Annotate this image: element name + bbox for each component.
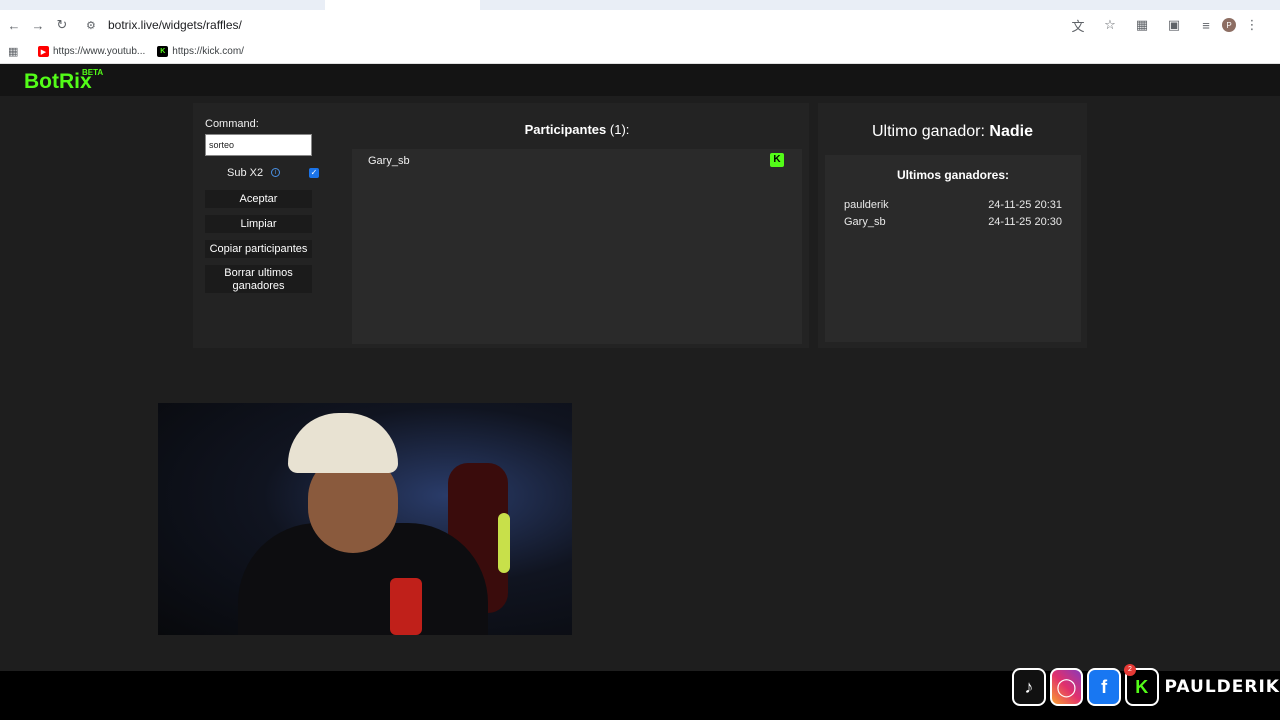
profile-avatar[interactable]: P [1222,18,1236,32]
app-header: BotRix BETA [0,64,1280,96]
kick-icon: K [770,153,784,167]
copy-participants-button[interactable]: Copiar participantes [205,240,312,258]
extensions-icon[interactable]: ▦ [1126,13,1158,37]
media-icon[interactable]: ▣ [1158,13,1190,37]
last-winner-value: Nadie [989,123,1033,140]
reload-icon[interactable]: ↻ [50,13,74,37]
site-info-icon[interactable]: ⚙ [86,19,100,32]
command-input[interactable] [205,134,312,156]
bookmark-label: https://www.youtub... [53,46,146,57]
bookmark-youtube[interactable]: ▶ https://www.youtub... [38,46,145,57]
sub-x2-checkbox[interactable]: ✓ [309,168,319,178]
webcam-person-cap [288,413,398,473]
active-tab[interactable] [325,0,480,10]
tiktok-icon: ♪ [1012,668,1046,706]
list-item: paulderik 24-11-25 20:31 [844,199,1062,213]
last-winner-label: Ultimo ganador: [872,123,985,140]
participants-title: Participantes (1): [352,122,802,137]
beta-badge: BETA [82,68,104,77]
delete-winners-button[interactable]: Borrar ultimos ganadores [205,265,312,293]
facebook-icon: f [1087,668,1121,706]
bookmarks-bar: ▦ ▶ https://www.youtub... K https://kick… [0,40,1280,64]
social-overlay: ♪ ◯ f 2 K PAULDERIK [1012,662,1280,712]
bookmark-kick[interactable]: K https://kick.com/ [157,46,244,57]
clear-button[interactable]: Limpiar [205,215,312,233]
participants-count: (1): [609,122,630,137]
youtube-icon: ▶ [38,46,49,57]
webcam-lamp [498,513,510,573]
winners-list: Ultimos ganadores: paulderik 24-11-25 20… [825,155,1081,342]
info-icon[interactable]: i [271,168,280,177]
sub-x2-row: Sub X2 i ✓ [205,166,320,182]
social-name: PAULDERIK [1164,677,1280,697]
kick-icon: K [157,46,169,57]
bookmark-star-icon[interactable]: ☆ [1094,13,1126,37]
instagram-icon: ◯ [1049,668,1084,706]
winner-name: Gary_sb [844,216,886,228]
apps-grid-icon[interactable]: ▦ [8,45,22,58]
command-label: Command: [205,118,259,130]
winner-date: 24-11-25 20:31 [988,199,1062,211]
address-bar[interactable]: ⚙ botrix.live/widgets/raffles/ [78,13,1128,37]
back-icon[interactable]: ← [2,13,26,37]
tab-strip [0,0,1280,10]
winner-date: 24-11-25 20:30 [988,216,1062,228]
downloads-icon[interactable]: ≡ [1190,13,1222,37]
sub-x2-label: Sub X2 [227,167,264,179]
winner-name: paulderik [844,199,889,211]
list-item: Gary_sb 24-11-25 20:30 [844,216,1062,230]
last-winner: Ultimo ganador: Nadie [818,123,1087,141]
toolbar-actions: 文 ☆ ▦ ▣ ≡ P ⋮ [1062,13,1268,37]
notification-badge: 2 [1124,664,1136,676]
winners-list-title: Ultimos ganadores: [896,168,1010,182]
translate-icon[interactable]: 文 [1062,13,1094,37]
participants-list: Gary_sb K [352,149,802,344]
participants-label: Participantes [524,122,607,137]
bookmark-label: https://kick.com/ [172,46,244,57]
webcam-overlay [158,403,572,635]
webcam-microphone [390,578,422,635]
url-text: botrix.live/widgets/raffles/ [108,18,242,32]
browser-toolbar: ← → ↻ ⚙ botrix.live/widgets/raffles/ 文 ☆… [0,10,1280,40]
accept-button[interactable]: Aceptar [205,190,312,208]
list-item[interactable]: Gary_sb K [352,149,802,173]
forward-icon[interactable]: → [26,13,50,37]
menu-icon[interactable]: ⋮ [1236,13,1268,37]
participant-name: Gary_sb [368,155,410,167]
